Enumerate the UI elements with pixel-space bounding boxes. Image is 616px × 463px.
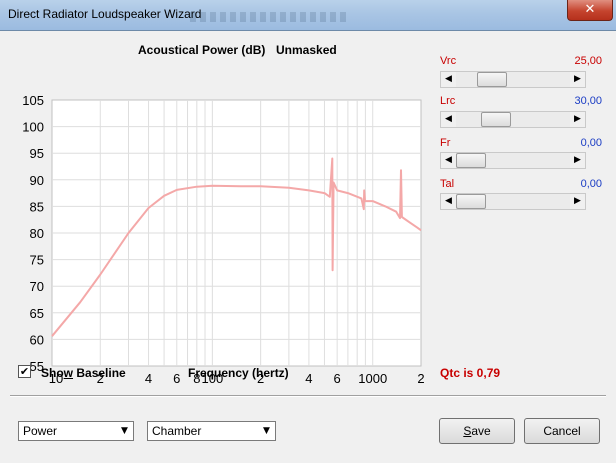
y-tick-label: 90 [30,173,44,188]
slider-fr-thumb[interactable] [456,153,486,168]
slider-vrc-thumb[interactable] [477,72,507,87]
title-bar-ghost-text [190,12,350,22]
param-value-tal: 0,00 [580,178,602,190]
save-button-rest: ave [471,424,491,438]
y-tick-label: 85 [30,199,44,214]
title-bar[interactable]: Direct Radiator Loudspeaker Wizard ✕ [0,0,616,31]
slider-tal[interactable]: ◀ ▶ [440,193,586,210]
param-value-vrc: 25,00 [574,55,602,67]
slider-tal-thumb[interactable] [456,194,486,209]
power-select-value: Power [23,424,58,438]
power-select-chevron-down-icon[interactable]: ▼ [117,423,132,439]
slider-tal-left-arrow-icon[interactable]: ◀ [441,194,456,209]
chart-title-main: Acoustical Power (dB) [138,43,266,57]
chamber-select-value: Chamber [152,424,202,438]
slider-lrc-left-arrow-icon[interactable]: ◀ [441,112,456,127]
window-title: Direct Radiator Loudspeaker Wizard [8,7,202,21]
chart-title-mode: Unmasked [276,43,337,57]
client-area: Acoustical Power (dB) Unmasked 105 100 95 9… [0,31,616,463]
x-tick-label: 2 [417,371,424,386]
x-tick-label: 6 [173,371,180,386]
cancel-button[interactable]: Cancel [524,418,600,444]
x-tick-label: 4 [305,371,312,386]
x-tick-label: 1000 [358,371,387,386]
slider-vrc-left-arrow-icon[interactable]: ◀ [441,72,456,87]
show-baseline-label-accel: w [63,366,74,380]
x-axis-label: Frequency (hertz) [188,366,289,380]
slider-fr-left-arrow-icon[interactable]: ◀ [441,153,456,168]
chamber-select[interactable]: Chamber ▼ [147,421,276,441]
slider-tal-right-arrow-icon[interactable]: ▶ [570,194,585,209]
close-button[interactable]: ✕ [567,0,613,21]
power-select[interactable]: Power ▼ [18,421,134,441]
slider-fr[interactable]: ◀ ▶ [440,152,586,169]
qtc-readout: Qtc is 0,79 [440,366,501,380]
y-tick-label: 75 [30,253,44,268]
param-label-tal: Tal [440,178,455,190]
x-tick-label: 4 [145,371,152,386]
show-baseline-label-pre: Sho [41,366,64,380]
y-tick-label: 105 [22,93,44,108]
param-label-lrc: Lrc [440,95,456,107]
param-value-fr: 0,00 [580,137,602,149]
x-tick-label: 6 [334,371,341,386]
param-label-vrc: Vrc [440,55,457,67]
slider-lrc[interactable]: ◀ ▶ [440,111,586,128]
slider-vrc-right-arrow-icon[interactable]: ▶ [570,72,585,87]
y-tick-label: 60 [30,332,44,347]
y-tick-label: 80 [30,226,44,241]
y-tick-label: 70 [30,279,44,294]
y-tick-label: 65 [30,306,44,321]
show-baseline-checkbox[interactable]: ✔ [18,365,31,378]
show-baseline-label[interactable]: Show Baseline [41,366,126,380]
param-value-lrc: 30,00 [574,95,602,107]
separator-line [10,395,606,397]
save-button[interactable]: Save [439,418,515,444]
wizard-window: Direct Radiator Loudspeaker Wizard ✕ Aco… [0,0,616,463]
y-tick-label: 95 [30,146,44,161]
slider-fr-right-arrow-icon[interactable]: ▶ [570,153,585,168]
show-baseline-label-post: Baseline [73,366,126,380]
y-tick-label: 100 [22,120,44,135]
slider-lrc-right-arrow-icon[interactable]: ▶ [570,112,585,127]
param-label-fr: Fr [440,137,451,149]
chamber-select-chevron-down-icon[interactable]: ▼ [259,423,274,439]
slider-vrc[interactable]: ◀ ▶ [440,71,586,88]
slider-lrc-thumb[interactable] [481,112,512,127]
